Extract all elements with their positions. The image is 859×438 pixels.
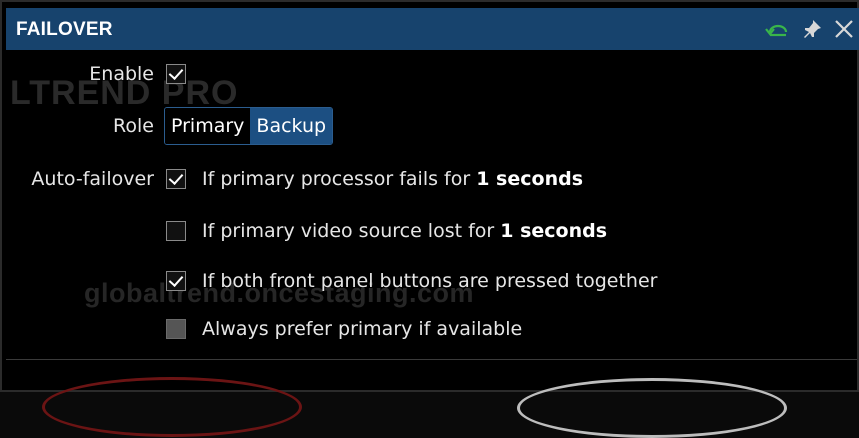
role-segmented-control: Primary Backup bbox=[164, 107, 334, 145]
title-bar: FAILOVER bbox=[6, 8, 859, 50]
option-video-lost-value: 1 seconds bbox=[500, 220, 608, 242]
white-button-partial[interactable] bbox=[517, 378, 787, 438]
option-front-panel-label: If both front panel buttons are pressed … bbox=[202, 270, 658, 292]
close-icon[interactable] bbox=[833, 18, 855, 40]
enable-label: Enable bbox=[89, 63, 154, 85]
refresh-icon[interactable] bbox=[765, 18, 791, 40]
section-divider bbox=[6, 359, 857, 360]
option-front-panel-checkbox[interactable] bbox=[166, 271, 186, 291]
pin-icon[interactable] bbox=[801, 18, 823, 40]
option-prefer-primary-checkbox[interactable] bbox=[166, 319, 186, 339]
panel-title: FAILOVER bbox=[16, 19, 113, 40]
option-processor-fails-checkbox[interactable] bbox=[166, 169, 186, 189]
auto-failover-label: Auto-failover bbox=[31, 168, 154, 190]
role-option-primary[interactable]: Primary bbox=[165, 108, 251, 144]
enable-checkbox[interactable] bbox=[166, 64, 186, 84]
option-processor-fails-label: If primary processor fails for 1 seconds bbox=[202, 168, 583, 190]
option-video-lost-label: If primary video source lost for 1 secon… bbox=[202, 220, 607, 242]
option-video-lost-checkbox[interactable] bbox=[166, 221, 186, 241]
title-bar-icons bbox=[765, 16, 855, 42]
option-video-lost-text: If primary video source lost for bbox=[202, 220, 501, 242]
option-prefer-primary-label: Always prefer primary if available bbox=[202, 318, 523, 340]
role-option-backup[interactable]: Backup bbox=[250, 108, 333, 144]
failover-panel: FAILOVER LTREND PRO Enable Role Primary … bbox=[0, 0, 859, 438]
option-processor-fails-value: 1 seconds bbox=[476, 168, 584, 190]
option-processor-fails-text: If primary processor fails for bbox=[202, 168, 477, 190]
role-label: Role bbox=[113, 115, 154, 137]
red-button-partial[interactable] bbox=[42, 377, 302, 437]
